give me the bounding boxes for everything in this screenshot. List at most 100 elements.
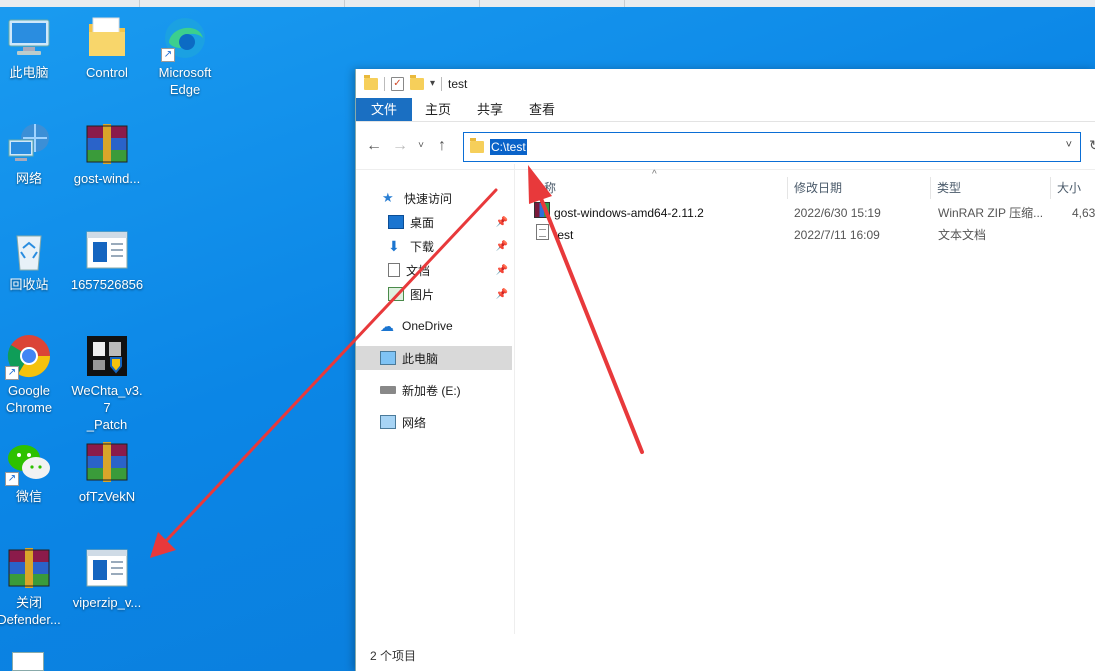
document-icon (388, 263, 400, 277)
properties-icon[interactable]: ✓ (391, 76, 404, 91)
file-name: gost-windows-amd64-2.11.2 (554, 206, 704, 220)
icon-label: viperzip_v... (72, 595, 142, 610)
file-type: WinRAR ZIP 压缩... (938, 206, 1044, 220)
shortcut-arrow-icon: ↗ (5, 472, 19, 486)
nav-item-downloads[interactable]: ⬇ 下载 📌 (356, 234, 512, 258)
back-button[interactable]: ← (364, 137, 384, 155)
column-header-type[interactable]: 类型 (931, 177, 1051, 199)
address-bar[interactable]: C:\test ˅ (463, 132, 1081, 162)
desktop-icon-oftzvekn[interactable]: ofTzVekN (68, 438, 146, 505)
drive-icon (380, 386, 396, 394)
tab-home[interactable]: 主页 (412, 98, 464, 121)
pane-divider[interactable] (514, 164, 515, 634)
file-explorer-window: ✓ ▾ test 文件 主页 共享 查看 ← → ˅ ↑ C:\test ˅ ↻… (355, 69, 1095, 671)
download-icon: ⬇ (388, 238, 400, 254)
shortcut-arrow-icon: ↗ (161, 48, 175, 62)
icon-label: 关闭 Defender... (0, 595, 61, 627)
folder-icon (83, 14, 131, 62)
file-type: 文本文档 (938, 228, 987, 242)
nav-item-this-pc[interactable]: 此电脑 (356, 346, 512, 370)
nav-label: 图片 (410, 287, 435, 302)
nav-item-desktop[interactable]: 桌面 📌 (356, 210, 512, 234)
icon-label: WeChta_v3.7 _Patch (71, 383, 143, 432)
tab-view[interactable]: 查看 (516, 98, 568, 121)
nav-item-quick-access[interactable]: ★ 快速访问 (356, 186, 512, 210)
file-size: 4,63 (1072, 206, 1095, 220)
quick-access-dropdown-icon[interactable]: ▾ (430, 78, 435, 89)
window-file-icon (83, 544, 131, 592)
nav-item-documents[interactable]: 文档 📌 (356, 258, 512, 282)
address-input[interactable]: C:\test (490, 139, 527, 155)
edge-icon: ↗ (161, 14, 209, 62)
column-header-modified[interactable]: 修改日期 (788, 177, 931, 199)
icon-label: gost-wind... (73, 171, 141, 186)
nav-item-drive-e[interactable]: 新加卷 (E:) (356, 378, 512, 402)
window-tab[interactable] (480, 0, 625, 7)
icon-label: Microsoft Edge (158, 65, 212, 97)
desktop-icon (388, 215, 404, 229)
wechat-icon: ↗ (5, 438, 53, 486)
star-icon: ★ (382, 190, 394, 205)
window-file-icon (83, 226, 131, 274)
window-tab[interactable] (0, 0, 140, 7)
nav-item-network[interactable]: 网络 (356, 410, 512, 434)
pin-icon[interactable]: 📌 (496, 217, 508, 228)
file-row[interactable]: gost-windows-amd64-2.11.2 2022/6/30 15:1… (534, 202, 1095, 224)
icon-label: 网络 (15, 171, 42, 186)
divider (441, 76, 443, 91)
desktop-icon-wechat[interactable]: ↗ 微信 (0, 438, 68, 505)
column-header-name[interactable]: 名称 (526, 177, 788, 199)
ribbon-tabs: 文件 主页 共享 查看 (356, 98, 1095, 122)
folder-icon (470, 138, 484, 153)
desktop-icon-edge[interactable]: ↗ Microsoft Edge (146, 14, 224, 98)
icon-label: 微信 (15, 489, 42, 504)
nav-label: 网络 (402, 415, 427, 430)
window-tab[interactable] (140, 0, 345, 7)
chrome-icon: ↗ (5, 332, 53, 380)
forward-button[interactable]: → (390, 137, 410, 155)
this-pc-icon (380, 351, 396, 365)
desktop-icon-network[interactable]: 网络 (0, 120, 68, 187)
file-name: test (554, 228, 574, 242)
this-pc-icon (5, 14, 53, 62)
icon-label: Google Chrome (5, 383, 53, 415)
file-list: ^ 名称 修改日期 类型 大小 gost-windows-amd64-2.11.… (526, 169, 1095, 629)
desktop-icon-this-pc[interactable]: 此电脑 (0, 14, 68, 81)
recent-locations-button[interactable]: ˅ (416, 140, 426, 151)
icon-label: 1657526856 (70, 277, 144, 292)
desktop-icon-1657526856[interactable]: 1657526856 (68, 226, 146, 293)
window-tab[interactable] (345, 0, 480, 7)
nav-item-pictures[interactable]: 图片 📌 (356, 282, 512, 306)
partial-desktop-icon[interactable] (12, 652, 44, 671)
file-row[interactable]: test 2022/7/11 16:09 文本文档 (534, 224, 1094, 246)
network-icon (5, 120, 53, 168)
background-window-strip (0, 0, 1095, 7)
desktop-icon-control[interactable]: Control (68, 14, 146, 81)
desktop-icon-wechat-patch[interactable]: WeChta_v3.7 _Patch (68, 332, 146, 433)
tab-file[interactable]: 文件 (356, 98, 413, 121)
pin-icon[interactable]: 📌 (496, 265, 508, 276)
desktop-icon-gost-archive[interactable]: gost-wind... (68, 120, 146, 187)
network-icon (380, 415, 396, 429)
icon-label: ofTzVekN (78, 489, 136, 504)
pin-icon[interactable]: 📌 (496, 241, 508, 252)
tab-share[interactable]: 共享 (464, 98, 516, 121)
desktop-icon-viperzip[interactable]: viperzip_v... (68, 544, 146, 611)
cloud-icon: ☁ (380, 318, 394, 334)
up-button[interactable]: ↑ (432, 137, 452, 155)
pin-icon[interactable]: 📌 (496, 289, 508, 300)
address-dropdown-icon[interactable]: ˅ (1066, 139, 1072, 151)
window-title: test (448, 76, 468, 91)
nav-label: 快速访问 (404, 191, 453, 206)
nav-item-onedrive[interactable]: ☁ OneDrive (356, 314, 512, 338)
refresh-icon[interactable]: ↻ (1089, 137, 1095, 154)
column-header-size[interactable]: 大小 (1051, 177, 1095, 199)
desktop-icon-chrome[interactable]: ↗ Google Chrome (0, 332, 68, 416)
desktop-icon-close-defender[interactable]: 关闭 Defender... (0, 544, 68, 628)
new-folder-icon[interactable] (410, 74, 424, 90)
icon-label: 回收站 (9, 277, 49, 292)
file-modified: 2022/7/11 16:09 (794, 228, 880, 242)
nav-label: 下载 (410, 239, 435, 254)
nav-label: 此电脑 (402, 351, 439, 366)
desktop-icon-recycle-bin[interactable]: 回收站 (0, 226, 68, 293)
